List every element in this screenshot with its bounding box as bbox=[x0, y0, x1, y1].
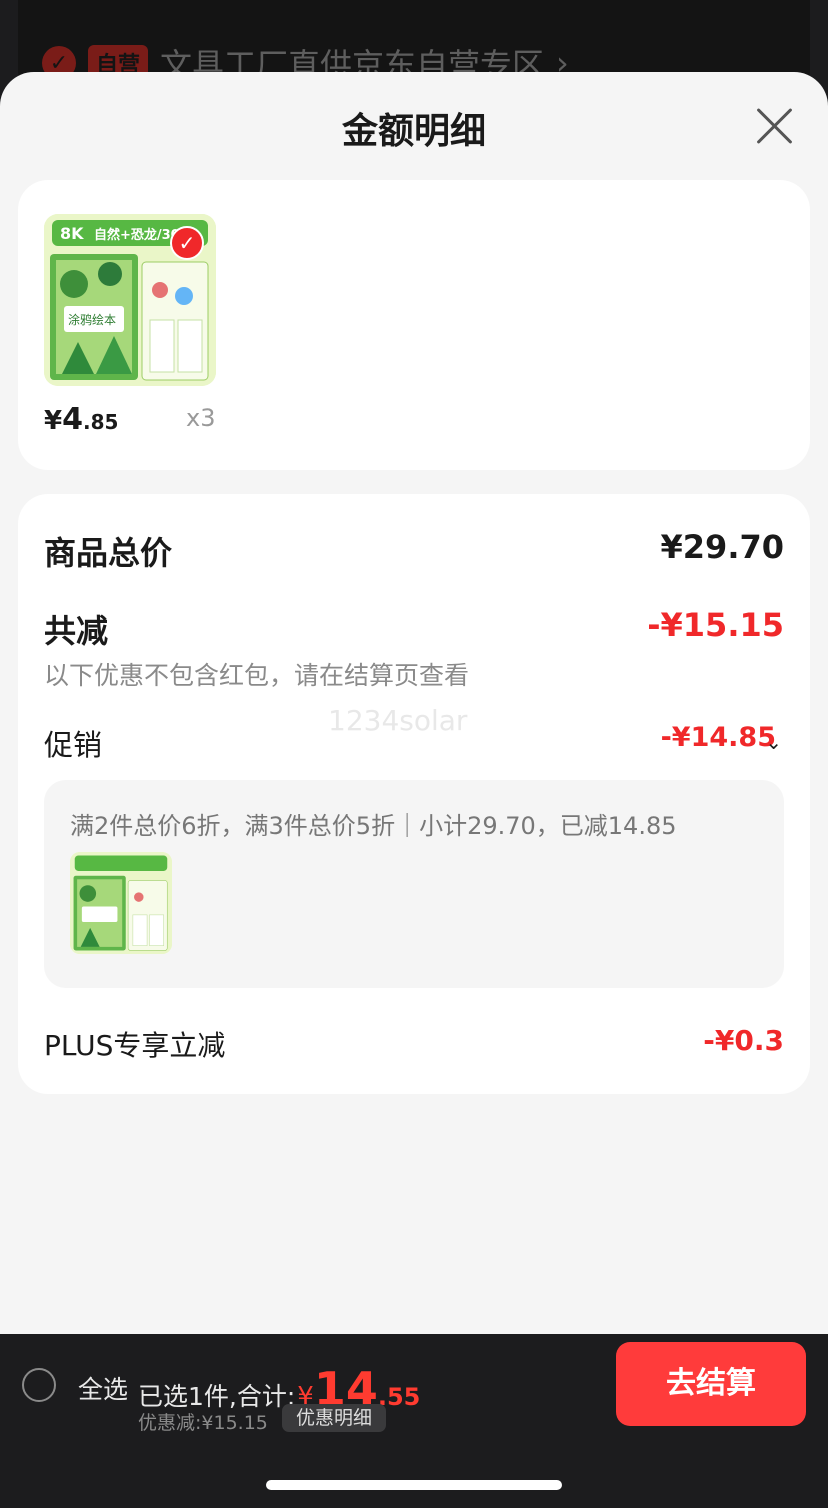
checkout-bar: 全选 已选1件,合计: ¥ 14 .55 优惠减:¥15.15 优惠明细 去结算 bbox=[0, 1334, 828, 1508]
product-quantity: x3 bbox=[186, 404, 216, 432]
promotion-detail-box: 满2件总价6折，满3件总价5折｜小计29.70，已减14.85 bbox=[44, 780, 784, 988]
sheet-title: 金额明细 bbox=[341, 111, 486, 152]
product-image-caption: 涂鸦绘本 bbox=[68, 312, 116, 327]
plus-discount-label: PLUS专享立减 bbox=[44, 1029, 226, 1062]
promotion-rule: 满2件总价6折，满3件总价5折｜小计29.70，已减14.85 bbox=[70, 812, 677, 840]
chevron-down-icon[interactable]: ⌄ bbox=[765, 730, 782, 754]
discount-note: 以下优惠不包含红包，请在结算页查看 bbox=[44, 661, 470, 690]
product-card: 8K 自然+恐龙/30张 涂鸦绘本 ✓ ¥4.85 x3 bbox=[18, 180, 810, 470]
price-decimal: .85 bbox=[82, 410, 119, 434]
total-reduce-label: 共减 bbox=[44, 612, 109, 650]
total-price-value: ¥29.70 bbox=[660, 528, 784, 566]
watermark: 1234solar bbox=[328, 704, 468, 737]
discount-amount: 优惠减:¥15.15 bbox=[138, 1412, 268, 1434]
price-symbol: ¥ bbox=[44, 406, 63, 436]
plus-discount-value: -¥0.3 bbox=[703, 1024, 784, 1057]
close-icon[interactable] bbox=[754, 106, 794, 146]
price-integer: 4 bbox=[62, 402, 83, 437]
selected-check-icon[interactable]: ✓ bbox=[170, 226, 204, 260]
total-price-label: 商品总价 bbox=[44, 534, 173, 572]
checkout-button[interactable]: 去结算 bbox=[616, 1342, 806, 1426]
promotion-product-image bbox=[70, 852, 172, 954]
promotion-product-thumbnail[interactable] bbox=[70, 852, 172, 954]
price-detail-card: 商品总价 ¥29.70 共减 -¥15.15 以下优惠不包含红包，请在结算页查看… bbox=[18, 494, 810, 1094]
home-indicator bbox=[266, 1480, 562, 1490]
promotion-label[interactable]: 促销 bbox=[44, 722, 102, 764]
promotion-value[interactable]: -¥14.85 bbox=[661, 722, 776, 753]
product-tag: 8K bbox=[60, 224, 84, 243]
select-all-label[interactable]: 全选 bbox=[78, 1370, 128, 1406]
select-all-radio[interactable] bbox=[22, 1368, 56, 1402]
product-price: ¥4.85 bbox=[44, 402, 118, 437]
amount-detail-sheet: 金额明细 8K 自然+恐龙/30张 涂鸦绘本 ✓ ¥4.85 x3 商品总价 ¥… bbox=[0, 72, 828, 1334]
discount-detail-button[interactable]: 优惠明细 bbox=[282, 1404, 387, 1432]
total-reduce-value: -¥15.15 bbox=[647, 606, 784, 644]
